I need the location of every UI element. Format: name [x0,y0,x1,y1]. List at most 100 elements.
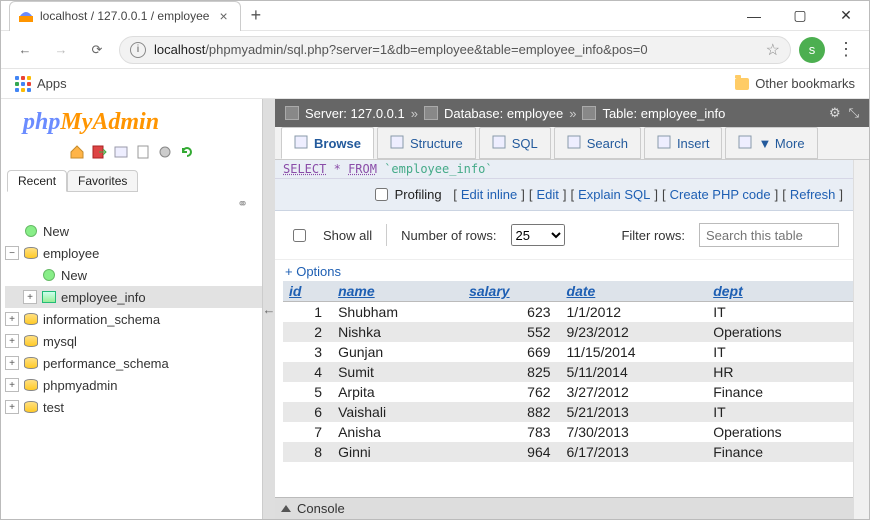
tree-db-information-schema[interactable]: +information_schema [5,308,262,330]
favorites-tab[interactable]: Favorites [67,170,138,192]
tab-more[interactable]: ▼ More [725,127,817,159]
new-tab-button[interactable]: + [241,5,272,26]
edit-inline-link[interactable]: Edit inline [461,187,517,202]
tab-insert[interactable]: Insert [644,127,723,159]
options-toggle[interactable]: + Options [275,260,853,281]
breadcrumb-table[interactable]: Table: employee_info [602,106,725,121]
phpmyadmin-logo[interactable]: phpMyAdmin [1,105,262,144]
filter-rows-label: Filter rows: [621,228,685,243]
tree-db-new-table[interactable]: New [5,264,262,286]
tab-structure[interactable]: Structure [377,127,476,159]
cell-id: 1 [283,302,332,323]
tree-new-root[interactable]: New [5,220,262,242]
tree-db-test[interactable]: +test [5,396,262,418]
server-icon [285,106,299,120]
window-minimize-button[interactable]: — [731,1,777,31]
docs-icon[interactable] [135,144,151,160]
gear-icon[interactable]: ⚙ [829,105,841,121]
num-rows-select[interactable]: 25 [511,224,565,246]
page-settings-collapse-icon[interactable]: ⤡ [849,105,859,121]
breadcrumb-database[interactable]: Database: employee [444,106,563,121]
query-action-bar: Profiling [Edit inline] [ Edit ] [ Expla… [275,179,853,211]
expand-icon[interactable]: + [5,334,19,348]
explain-link[interactable]: Explain SQL [578,187,650,202]
filter-rows-input[interactable] [699,223,839,247]
table-row[interactable]: 6Vaishali8825/21/2013IT [283,402,853,422]
tab-search[interactable]: Search [554,127,641,159]
bookmarks-bar: Apps Other bookmarks [1,69,869,99]
other-bookmarks[interactable]: Other bookmarks [735,76,855,91]
show-all-label: Show all [323,228,372,243]
col-salary[interactable]: salary [463,281,560,302]
sidebar-collapse-handle[interactable]: ← [263,99,275,519]
tree-db-phpmyadmin[interactable]: +phpmyadmin [5,374,262,396]
table-row[interactable]: 1Shubham6231/1/2012IT [283,302,853,323]
cell-name: Nishka [332,322,463,342]
cell-salary: 882 [463,402,560,422]
cell-date: 1/1/2012 [561,302,708,323]
tab-close-icon[interactable]: × [215,8,231,24]
browser-tab[interactable]: localhost / 127.0.0.1 / employee × [9,1,241,31]
link-icon[interactable]: ⚭ [1,192,262,214]
bookmark-star-icon[interactable]: ☆ [766,40,780,60]
window-maximize-button[interactable]: ▢ [777,1,823,31]
search-icon [567,135,581,152]
expand-icon[interactable]: + [5,356,19,370]
create-php-link[interactable]: Create PHP code [670,187,771,202]
tree-db-employee[interactable]: − employee [5,242,262,264]
forward-button[interactable]: → [47,36,75,64]
window-titlebar: localhost / 127.0.0.1 / employee × + — ▢… [1,1,869,31]
expand-icon[interactable]: + [23,290,37,304]
expand-icon[interactable]: + [5,312,19,326]
expand-icon[interactable]: + [5,400,19,414]
col-date[interactable]: date [561,281,708,302]
profile-avatar[interactable]: s [799,37,825,63]
site-info-icon[interactable]: i [130,42,146,58]
col-dept[interactable]: dept [707,281,853,302]
cell-name: Arpita [332,382,463,402]
table-row[interactable]: 3Gunjan66911/15/2014IT [283,342,853,362]
breadcrumb: Server: 127.0.0.1 » Database: employee »… [275,99,869,127]
tree-db-performance-schema[interactable]: +performance_schema [5,352,262,374]
breadcrumb-server[interactable]: Server: 127.0.0.1 [305,106,405,121]
table-row[interactable]: 2Nishka5529/23/2012Operations [283,322,853,342]
refresh-link[interactable]: Refresh [790,187,836,202]
cell-name: Anisha [332,422,463,442]
table-row[interactable]: 5Arpita7623/27/2012Finance [283,382,853,402]
sql-icon[interactable] [113,144,129,160]
tab-sql[interactable]: SQL [479,127,551,159]
table-row[interactable]: 4Sumit8255/11/2014HR [283,362,853,382]
col-id[interactable]: id [283,281,332,302]
cell-dept: Operations [707,322,853,342]
tab-browse[interactable]: Browse [281,127,374,159]
main-content: Server: 127.0.0.1 » Database: employee »… [275,99,869,519]
back-button[interactable]: ← [11,36,39,64]
profiling-checkbox[interactable] [375,188,388,201]
collapse-icon[interactable]: − [5,246,19,260]
console-bar[interactable]: Console [275,497,853,519]
col-name[interactable]: name [332,281,463,302]
reload-nav-icon[interactable] [179,144,195,160]
window-close-button[interactable]: ✕ [823,1,869,31]
chrome-menu-button[interactable]: ⋮ [833,39,859,60]
vertical-scrollbar[interactable] [853,160,869,519]
more-icon [738,135,752,152]
apps-shortcut[interactable]: Apps [15,76,67,92]
expand-icon[interactable]: + [5,378,19,392]
show-all-checkbox[interactable] [293,229,306,242]
database-icon [23,355,39,371]
table-row[interactable]: 7Anisha7837/30/2013Operations [283,422,853,442]
reload-button[interactable]: ⟳ [83,36,111,64]
tree-table-employee-info[interactable]: + employee_info [5,286,262,308]
edit-link[interactable]: Edit [536,187,558,202]
home-icon[interactable] [69,144,85,160]
cell-name: Gunjan [332,342,463,362]
table-row[interactable]: 8Ginni9646/17/2013Finance [283,442,853,462]
tree-db-mysql[interactable]: +mysql [5,330,262,352]
logout-icon[interactable] [91,144,107,160]
recent-tab[interactable]: Recent [7,170,67,192]
address-bar[interactable]: i localhost/phpmyadmin/sql.php?server=1&… [119,36,791,64]
settings-icon[interactable] [157,144,173,160]
cell-salary: 783 [463,422,560,442]
cell-id: 6 [283,402,332,422]
